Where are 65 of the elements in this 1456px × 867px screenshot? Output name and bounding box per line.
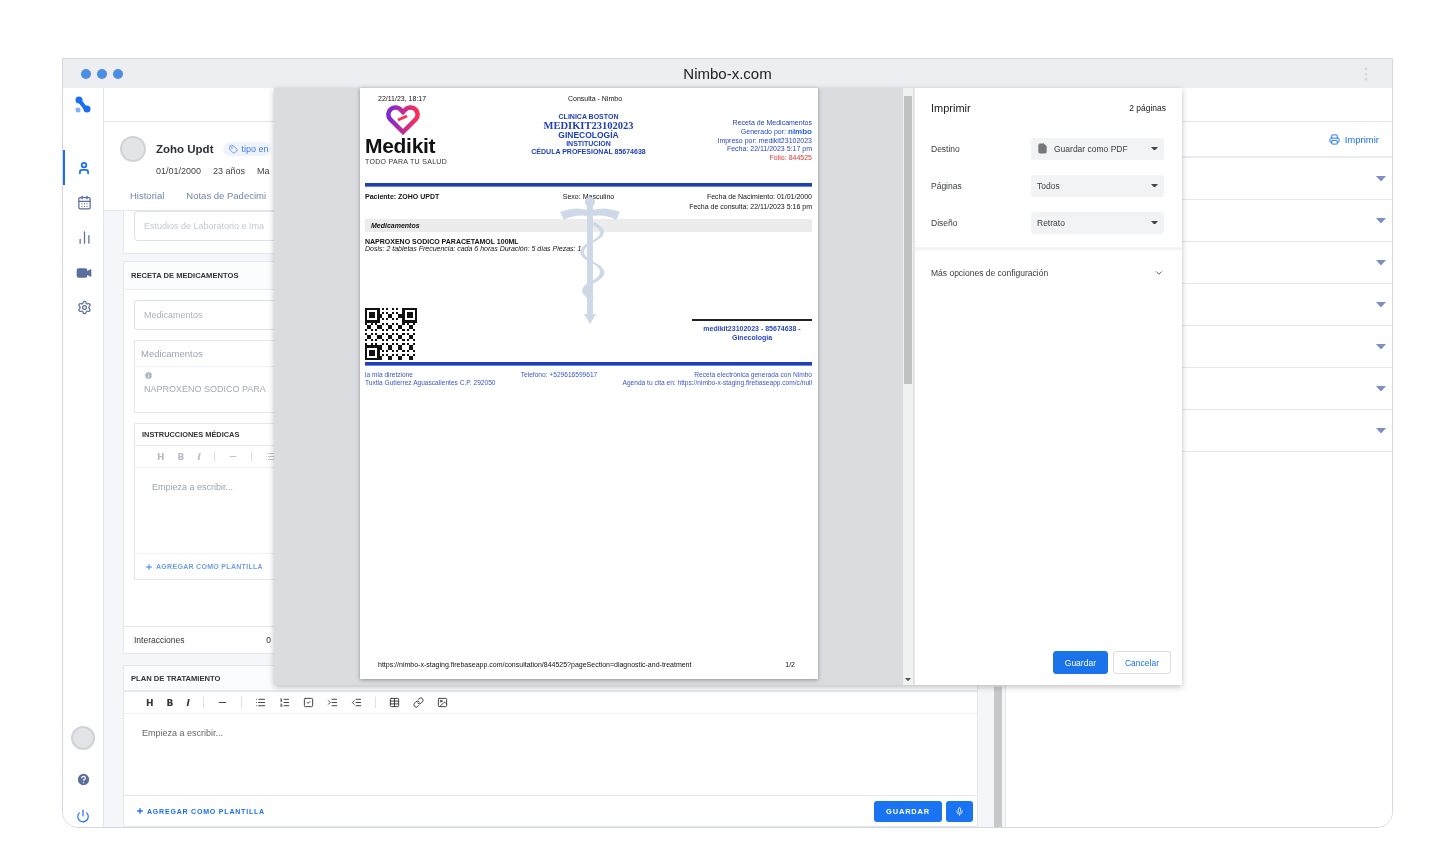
birth-date: 01/01/2000 xyxy=(156,166,202,176)
indent-icon[interactable] xyxy=(326,697,338,708)
patient-avatar xyxy=(120,136,146,162)
setting-label: Destino xyxy=(931,143,961,154)
select-field[interactable]: Todos xyxy=(1031,174,1164,197)
link-icon[interactable] xyxy=(412,697,424,708)
more-options[interactable]: Más opciones de configuración xyxy=(915,268,1182,278)
interactions-label: Interacciones xyxy=(134,635,185,645)
save-button[interactable]: Guardar xyxy=(1052,651,1108,674)
mic-button[interactable] xyxy=(946,800,973,822)
window-control[interactable] xyxy=(113,68,123,79)
table-icon[interactable] xyxy=(388,697,400,708)
format-button[interactable]: I xyxy=(186,697,190,708)
format-button[interactable]: B xyxy=(166,697,174,708)
brand-logo: nimbo xyxy=(788,127,812,137)
patient-info: Ma xyxy=(257,166,270,176)
window-control[interactable] xyxy=(97,68,107,79)
qr-code xyxy=(365,307,417,360)
logo-name: Medikit xyxy=(365,135,436,157)
heart-logo-icon xyxy=(385,105,421,135)
format-button[interactable]: H xyxy=(146,697,154,708)
caret-icon xyxy=(1151,220,1158,225)
power-icon[interactable] xyxy=(76,809,90,823)
caret-icon xyxy=(1151,146,1158,151)
page-count: 2 páginas xyxy=(1129,103,1166,113)
help-icon[interactable] xyxy=(75,772,91,787)
dialog-title: Imprimir xyxy=(931,102,971,114)
logo-icon[interactable] xyxy=(75,96,91,114)
medication-item[interactable]: NAPROXENO SODICO PARA xyxy=(144,384,275,394)
printer-icon xyxy=(1328,133,1340,145)
select-field[interactable]: Retrato xyxy=(1031,211,1164,234)
settings-icon xyxy=(76,300,92,315)
setting-label: Páginas xyxy=(931,180,963,191)
tag-icon xyxy=(229,144,239,154)
window-title: Nimbo-x.com xyxy=(682,65,773,82)
patient-name: Zoho Updt xyxy=(156,143,214,155)
editor-placeholder[interactable]: Empieza a escribir... xyxy=(135,468,275,553)
caret-icon xyxy=(1151,183,1158,188)
checklist-icon[interactable] xyxy=(302,697,314,708)
cancel-button[interactable]: Cancelar xyxy=(1112,651,1171,674)
tab[interactable]: Notas de Padecimi xyxy=(186,190,267,201)
file-icon xyxy=(1037,143,1048,154)
interactions-count: 0 xyxy=(266,635,271,645)
caret-icon xyxy=(905,677,911,681)
tag-chip[interactable]: tipo en xyxy=(223,142,271,156)
bar-chart-icon xyxy=(76,230,92,245)
bullet-list-icon[interactable] xyxy=(254,697,266,708)
calendar-icon xyxy=(76,195,92,210)
editor-placeholder[interactable]: Empieza a escribir... xyxy=(124,714,977,795)
select-field[interactable]: Guardar como PDF xyxy=(1031,137,1164,160)
age: 23 años xyxy=(213,166,246,176)
image-icon[interactable] xyxy=(436,697,448,708)
numbered-list-icon[interactable] xyxy=(278,697,290,708)
outdent-icon[interactable] xyxy=(350,697,362,708)
plus-icon xyxy=(136,807,144,815)
setting-label: Diseño xyxy=(931,217,959,228)
plus-icon xyxy=(145,562,153,571)
clinic-line: MEDIKIT23102023 xyxy=(543,120,634,132)
print-link[interactable]: Imprimir xyxy=(1328,133,1379,145)
user-icon xyxy=(77,160,91,175)
clinic-line: GINECOLOGÍA xyxy=(558,131,619,141)
window-control[interactable] xyxy=(81,68,91,79)
mic-icon xyxy=(955,806,964,816)
scrollbar[interactable] xyxy=(903,88,913,685)
tab[interactable]: Historial xyxy=(130,190,165,201)
